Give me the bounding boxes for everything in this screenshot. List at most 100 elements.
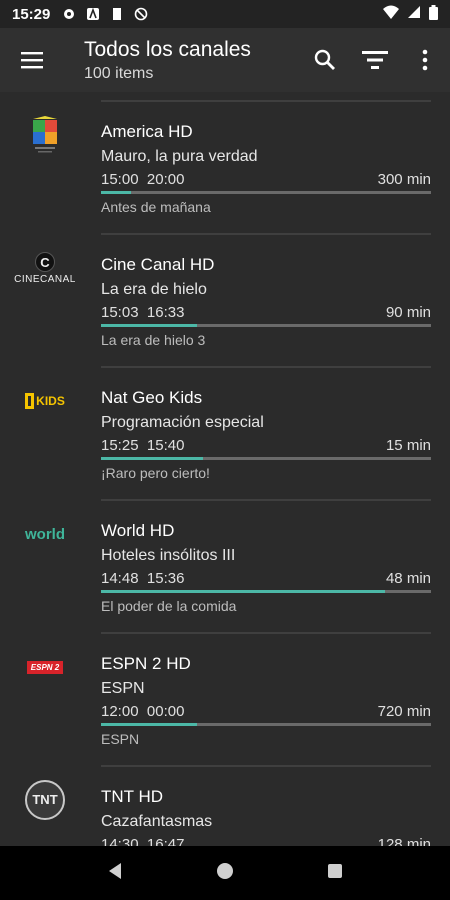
world-logo: world — [10, 511, 80, 557]
progress-fill — [101, 457, 204, 460]
progress-bar — [101, 324, 431, 327]
current-program: La era de hielo — [101, 281, 207, 298]
status-time: 15:29 — [12, 5, 51, 23]
row-divider — [101, 632, 431, 634]
status-bar: 15:29 — [0, 0, 450, 28]
channel-row[interactable]: C CINECANAL Cine Canal HD La era de hiel… — [0, 225, 450, 358]
cinecanal-logo: C CINECANAL — [10, 245, 80, 291]
end-time: 15:36 — [146, 570, 185, 587]
progress-fill — [101, 590, 385, 593]
channel-name: Nat Geo Kids — [101, 388, 203, 407]
back-button[interactable] — [107, 862, 123, 885]
start-time: 14:48 — [101, 570, 139, 587]
current-program: Hoteles insólitos III — [101, 547, 236, 564]
world-logo-text: world — [25, 525, 65, 543]
next-program: Antes de mañana — [101, 199, 211, 215]
current-program: Programación especial — [101, 414, 264, 431]
program-duration: 300 min — [377, 171, 431, 188]
search-icon — [314, 49, 335, 70]
progress-fill — [101, 191, 131, 194]
wifi-icon — [383, 5, 399, 23]
program-duration: 48 min — [385, 570, 431, 587]
filter-button[interactable] — [350, 28, 400, 92]
item-count: 100 items — [84, 65, 154, 82]
signal-icon — [407, 5, 421, 23]
espn2-logo: ESPN 2 — [10, 644, 80, 690]
program-times: 15:03 16:33 — [101, 304, 184, 321]
more-vert-icon — [422, 49, 428, 71]
start-time: 12:00 — [101, 703, 139, 720]
current-program: Cazafantasmas — [101, 813, 213, 830]
next-program: ¡Raro pero cierto! — [101, 465, 210, 481]
tnt-logo: TNT — [10, 777, 80, 823]
search-button[interactable] — [300, 28, 350, 92]
page-title: Todos los canales — [84, 38, 251, 61]
progress-bar — [101, 723, 431, 726]
channel-name: America HD — [101, 122, 193, 141]
progress-bar — [101, 590, 431, 593]
program-times: 14:30 16:47 — [101, 836, 184, 846]
recents-square-icon — [328, 863, 343, 878]
channel-name: TNT HD — [101, 787, 164, 806]
program-times: 15:00 20:00 — [101, 171, 184, 188]
channel-list[interactable]: America HD Mauro, la pura verdad 15:00 2… — [0, 92, 450, 846]
sd-card-icon — [110, 7, 124, 21]
natgeo-frame-icon — [25, 393, 35, 409]
start-time: 15:00 — [101, 171, 139, 188]
menu-button[interactable] — [0, 28, 64, 92]
home-button[interactable] — [216, 862, 234, 885]
channel-name: World HD — [101, 521, 175, 540]
row-divider — [101, 366, 431, 368]
channel-name: ESPN 2 HD — [101, 654, 191, 673]
recents-button[interactable] — [327, 863, 343, 884]
app-a-icon — [86, 7, 100, 21]
america-logo — [10, 112, 80, 158]
program-duration: 128 min — [377, 836, 431, 846]
channel-row[interactable]: KIDS Nat Geo Kids Programación especial … — [0, 358, 450, 491]
more-options-button[interactable] — [400, 28, 450, 92]
battery-icon — [429, 4, 438, 24]
settings-gear-icon — [62, 7, 76, 21]
row-divider — [101, 765, 431, 767]
end-time: 16:33 — [146, 304, 185, 321]
progress-fill — [101, 324, 197, 327]
natgeo-kids-logo: KIDS — [10, 378, 80, 424]
back-triangle-icon — [108, 862, 121, 879]
row-divider — [101, 233, 431, 235]
row-divider — [101, 499, 431, 501]
program-times: 14:48 15:36 — [101, 570, 184, 587]
program-duration: 720 min — [377, 703, 431, 720]
progress-fill — [101, 723, 197, 726]
espn2-logo-text: ESPN 2 — [26, 660, 64, 674]
channel-row[interactable]: ESPN 2 ESPN 2 HD ESPN 12:00 00:00 720 mi… — [0, 624, 450, 757]
home-circle-icon — [216, 862, 233, 879]
hamburger-menu-icon — [21, 52, 43, 69]
system-nav-bar — [0, 846, 450, 900]
filter-icon — [362, 51, 388, 69]
progress-bar — [101, 191, 431, 194]
row-divider — [101, 100, 431, 102]
end-time: 20:00 — [146, 171, 185, 188]
next-program: ESPN — [101, 731, 140, 747]
current-program: Mauro, la pura verdad — [101, 148, 258, 165]
program-duration: 15 min — [385, 437, 431, 454]
channel-name: Cine Canal HD — [101, 255, 215, 274]
current-program: ESPN — [101, 680, 145, 697]
natgeo-kids-text: KIDS — [36, 394, 65, 408]
program-duration: 90 min — [385, 304, 431, 321]
end-time: 16:47 — [146, 836, 185, 846]
cinecanal-c-icon: C — [35, 251, 55, 272]
tnt-logo-text: TNT — [25, 780, 65, 820]
blocked-icon — [134, 7, 148, 21]
channel-row[interactable]: America HD Mauro, la pura verdad 15:00 2… — [0, 92, 450, 225]
channel-row[interactable]: TNT TNT HD Cazafantasmas 14:30 16:47 128… — [0, 757, 450, 846]
progress-bar — [101, 457, 431, 460]
end-time: 15:40 — [146, 437, 185, 454]
program-times: 12:00 00:00 — [101, 703, 184, 720]
end-time: 00:00 — [146, 703, 185, 720]
channel-row[interactable]: world World HD Hoteles insólitos III 14:… — [0, 491, 450, 624]
program-times: 15:25 15:40 — [101, 437, 184, 454]
start-time: 15:03 — [101, 304, 139, 321]
start-time: 14:30 — [101, 836, 139, 846]
app-bar: Todos los canales 100 items — [0, 28, 450, 92]
